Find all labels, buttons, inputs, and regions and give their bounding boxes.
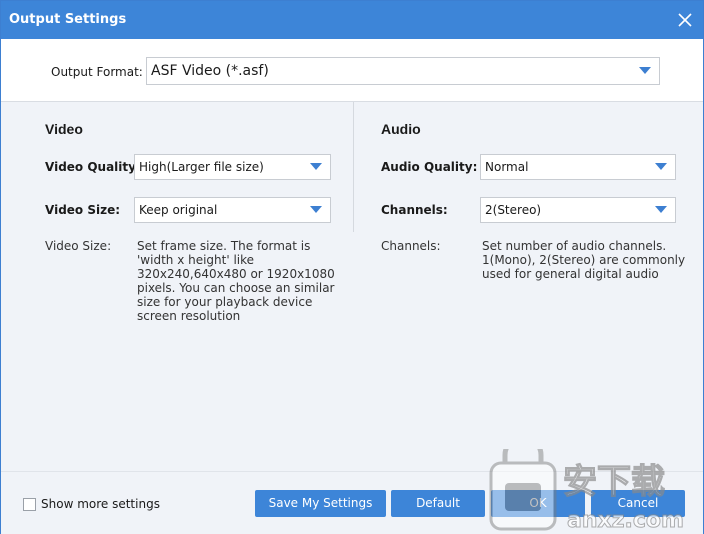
video-quality-select[interactable]: High(Larger file size): [134, 154, 331, 180]
audio-desc-text: Set number of audio channels. 1(Mono), 2…: [482, 239, 686, 281]
video-quality-value: High(Larger file size): [139, 160, 264, 174]
audio-desc-label: Channels:: [381, 239, 441, 253]
close-button[interactable]: [675, 10, 695, 30]
settings-panel: Video Video Quality: High(Larger file si…: [1, 102, 703, 471]
video-quality-label: Video Quality:: [45, 160, 141, 174]
chevron-down-icon: [310, 163, 322, 171]
title-bar: Output Settings: [1, 1, 703, 39]
output-format-row: Output Format: ASF Video (*.asf): [1, 39, 703, 101]
chevron-down-icon: [639, 67, 651, 75]
video-size-value: Keep original: [139, 203, 218, 217]
output-format-value: ASF Video (*.asf): [151, 63, 269, 79]
video-desc-text: Set frame size. The format is 'width x h…: [137, 239, 335, 323]
video-desc-label: Video Size:: [45, 239, 112, 253]
video-section-title: Video: [45, 121, 83, 137]
audio-quality-select[interactable]: Normal: [480, 154, 676, 180]
chevron-down-icon: [310, 206, 322, 214]
dialog-title: Output Settings: [9, 12, 127, 27]
channels-select[interactable]: 2(Stereo): [480, 197, 676, 223]
channels-value: 2(Stereo): [485, 203, 542, 217]
show-more-checkbox[interactable]: [23, 498, 36, 511]
show-more-label: Show more settings: [41, 497, 160, 511]
chevron-down-icon: [655, 206, 667, 214]
audio-quality-label: Audio Quality:: [381, 160, 478, 174]
dialog-footer: Show more settings Save My Settings Defa…: [1, 471, 703, 534]
output-format-select[interactable]: ASF Video (*.asf): [146, 57, 660, 85]
ok-button[interactable]: OK: [491, 490, 585, 517]
default-button[interactable]: Default: [391, 490, 485, 517]
audio-quality-value: Normal: [485, 160, 529, 174]
output-settings-dialog: Output Settings Output Format: ASF Video…: [0, 0, 704, 534]
save-my-settings-button[interactable]: Save My Settings: [255, 490, 386, 517]
close-icon: [678, 13, 692, 27]
cancel-button[interactable]: Cancel: [591, 490, 685, 517]
channels-label: Channels:: [381, 203, 448, 217]
audio-section-title: Audio: [381, 121, 421, 137]
column-divider: [353, 102, 354, 232]
video-size-select[interactable]: Keep original: [134, 197, 331, 223]
output-format-label: Output Format:: [51, 65, 143, 79]
chevron-down-icon: [655, 163, 667, 171]
video-size-label: Video Size:: [45, 203, 121, 217]
